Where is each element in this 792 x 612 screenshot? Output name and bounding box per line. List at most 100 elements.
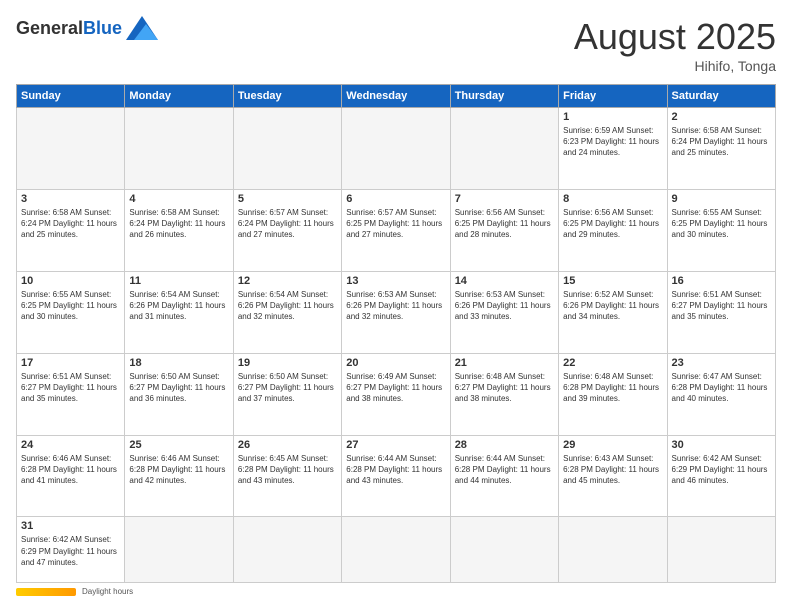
calendar-cell: 24 Sunrise: 6:46 AM Sunset: 6:28 PM Dayli… [17, 435, 125, 517]
calendar-cell: 15 Sunrise: 6:52 AM Sunset: 6:26 PM Dayli… [559, 271, 667, 353]
calendar-cell [667, 517, 775, 583]
day-info: Sunrise: 6:50 AM Sunset: 6:27 PM Dayligh… [129, 371, 228, 405]
location-subtitle: Hihifo, Tonga [574, 58, 776, 74]
day-info: Sunrise: 6:50 AM Sunset: 6:27 PM Dayligh… [238, 371, 337, 405]
day-number: 23 [672, 357, 771, 369]
day-info: Sunrise: 6:43 AM Sunset: 6:28 PM Dayligh… [563, 453, 662, 487]
calendar-header-row: SundayMondayTuesdayWednesdayThursdayFrid… [17, 85, 776, 108]
logo-blue-text: Blue [83, 18, 122, 39]
day-number: 16 [672, 275, 771, 287]
day-number: 15 [563, 275, 662, 287]
calendar-cell: 19Sunrise: 6:50 AM Sunset: 6:27 PM Dayli… [233, 353, 341, 435]
day-info: Sunrise: 6:48 AM Sunset: 6:27 PM Dayligh… [455, 371, 554, 405]
daylight-label: Daylight hours [82, 587, 133, 596]
calendar-cell: 14Sunrise: 6:53 AM Sunset: 6:26 PM Dayli… [450, 271, 558, 353]
day-number: 21 [455, 357, 554, 369]
logo-icon [126, 16, 158, 40]
calendar-cell: 7Sunrise: 6:56 AM Sunset: 6:25 PM Daylig… [450, 189, 558, 271]
day-info: Sunrise: 6:42 AM Sunset: 6:29 PM Dayligh… [672, 453, 771, 487]
daylight-bar-icon [16, 588, 76, 596]
day-info: Sunrise: 6:48 AM Sunset: 6:28 PM Dayligh… [563, 371, 662, 405]
day-info: Sunrise: 6:56 AM Sunset: 6:25 PM Dayligh… [563, 207, 662, 241]
day-number: 25 [129, 439, 228, 451]
day-number: 29 [563, 439, 662, 451]
calendar-cell [450, 517, 558, 583]
calendar-week-row: 1Sunrise: 6:59 AM Sunset: 6:23 PM Daylig… [17, 108, 776, 190]
calendar-cell: 22 Sunrise: 6:48 AM Sunset: 6:28 PM Dayli… [559, 353, 667, 435]
calendar-cell: 31 Sunrise: 6:42 AM Sunset: 6:29 PM Dayli… [17, 517, 125, 583]
calendar-cell: 6 Sunrise: 6:57 AM Sunset: 6:25 PM Daylig… [342, 189, 450, 271]
calendar-cell: 1Sunrise: 6:59 AM Sunset: 6:23 PM Daylig… [559, 108, 667, 190]
day-number: 20 [346, 357, 445, 369]
calendar-cell: 11Sunrise: 6:54 AM Sunset: 6:26 PM Dayli… [125, 271, 233, 353]
day-info: Sunrise: 6:57 AM Sunset: 6:25 PM Dayligh… [346, 207, 445, 241]
day-number: 22 [563, 357, 662, 369]
calendar-cell [342, 108, 450, 190]
calendar-week-row: 31 Sunrise: 6:42 AM Sunset: 6:29 PM Dayli… [17, 517, 776, 583]
day-number: 3 [21, 193, 120, 205]
day-number: 31 [21, 520, 120, 532]
calendar-cell [125, 108, 233, 190]
day-info: Sunrise: 6:55 AM Sunset: 6:25 PM Dayligh… [672, 207, 771, 241]
day-info: Sunrise: 6:53 AM Sunset: 6:26 PM Dayligh… [346, 289, 445, 323]
calendar-cell: 8 Sunrise: 6:56 AM Sunset: 6:25 PM Daylig… [559, 189, 667, 271]
calendar-cell [17, 108, 125, 190]
calendar-cell: 17 Sunrise: 6:51 AM Sunset: 6:27 PM Dayli… [17, 353, 125, 435]
calendar-cell: 23 Sunrise: 6:47 AM Sunset: 6:28 PM Dayli… [667, 353, 775, 435]
header-friday: Friday [559, 85, 667, 108]
day-number: 6 [346, 193, 445, 205]
logo: General Blue [16, 16, 158, 40]
calendar-cell: 12Sunrise: 6:54 AM Sunset: 6:26 PM Dayli… [233, 271, 341, 353]
day-number: 26 [238, 439, 337, 451]
day-number: 8 [563, 193, 662, 205]
calendar-cell: 26 Sunrise: 6:45 AM Sunset: 6:28 PM Dayli… [233, 435, 341, 517]
day-info: Sunrise: 6:47 AM Sunset: 6:28 PM Dayligh… [672, 371, 771, 405]
day-info: Sunrise: 6:46 AM Sunset: 6:28 PM Dayligh… [21, 453, 120, 487]
day-number: 24 [21, 439, 120, 451]
day-info: Sunrise: 6:49 AM Sunset: 6:27 PM Dayligh… [346, 371, 445, 405]
footer-row: Daylight hours [16, 587, 776, 596]
calendar-week-row: 24 Sunrise: 6:46 AM Sunset: 6:28 PM Dayli… [17, 435, 776, 517]
day-number: 13 [346, 275, 445, 287]
day-number: 4 [129, 193, 228, 205]
calendar-cell [342, 517, 450, 583]
day-info: Sunrise: 6:54 AM Sunset: 6:26 PM Dayligh… [238, 289, 337, 323]
day-info: Sunrise: 6:54 AM Sunset: 6:26 PM Dayligh… [129, 289, 228, 323]
calendar-cell: 30 Sunrise: 6:42 AM Sunset: 6:29 PM Dayli… [667, 435, 775, 517]
day-info: Sunrise: 6:58 AM Sunset: 6:24 PM Dayligh… [672, 125, 771, 159]
day-info: Sunrise: 6:44 AM Sunset: 6:28 PM Dayligh… [455, 453, 554, 487]
calendar-cell [559, 517, 667, 583]
calendar-cell: 13 Sunrise: 6:53 AM Sunset: 6:26 PM Dayli… [342, 271, 450, 353]
day-info: Sunrise: 6:46 AM Sunset: 6:28 PM Dayligh… [129, 453, 228, 487]
header-tuesday: Tuesday [233, 85, 341, 108]
calendar-cell: 10Sunrise: 6:55 AM Sunset: 6:25 PM Dayli… [17, 271, 125, 353]
day-number: 17 [21, 357, 120, 369]
day-number: 18 [129, 357, 228, 369]
day-info: Sunrise: 6:42 AM Sunset: 6:29 PM Dayligh… [21, 534, 120, 568]
calendar-cell: 28 Sunrise: 6:44 AM Sunset: 6:28 PM Dayli… [450, 435, 558, 517]
day-number: 9 [672, 193, 771, 205]
day-info: Sunrise: 6:45 AM Sunset: 6:28 PM Dayligh… [238, 453, 337, 487]
day-info: Sunrise: 6:44 AM Sunset: 6:28 PM Dayligh… [346, 453, 445, 487]
day-info: Sunrise: 6:51 AM Sunset: 6:27 PM Dayligh… [21, 371, 120, 405]
calendar-week-row: 10Sunrise: 6:55 AM Sunset: 6:25 PM Dayli… [17, 271, 776, 353]
calendar-cell [450, 108, 558, 190]
day-number: 28 [455, 439, 554, 451]
day-number: 14 [455, 275, 554, 287]
calendar-week-row: 3 Sunrise: 6:58 AM Sunset: 6:24 PM Daylig… [17, 189, 776, 271]
calendar-cell: 16 Sunrise: 6:51 AM Sunset: 6:27 PM Dayli… [667, 271, 775, 353]
day-number: 1 [563, 111, 662, 123]
calendar-cell: 25 Sunrise: 6:46 AM Sunset: 6:28 PM Dayli… [125, 435, 233, 517]
calendar-cell: 21 Sunrise: 6:48 AM Sunset: 6:27 PM Dayli… [450, 353, 558, 435]
calendar-cell: 18 Sunrise: 6:50 AM Sunset: 6:27 PM Dayli… [125, 353, 233, 435]
calendar-cell: 2Sunrise: 6:58 AM Sunset: 6:24 PM Daylig… [667, 108, 775, 190]
day-info: Sunrise: 6:52 AM Sunset: 6:26 PM Dayligh… [563, 289, 662, 323]
logo-general-text: General [16, 18, 83, 39]
day-info: Sunrise: 6:56 AM Sunset: 6:25 PM Dayligh… [455, 207, 554, 241]
calendar-cell: 5Sunrise: 6:57 AM Sunset: 6:24 PM Daylig… [233, 189, 341, 271]
day-number: 30 [672, 439, 771, 451]
day-info: Sunrise: 6:58 AM Sunset: 6:24 PM Dayligh… [129, 207, 228, 241]
calendar-cell [233, 108, 341, 190]
calendar-cell [125, 517, 233, 583]
day-info: Sunrise: 6:51 AM Sunset: 6:27 PM Dayligh… [672, 289, 771, 323]
